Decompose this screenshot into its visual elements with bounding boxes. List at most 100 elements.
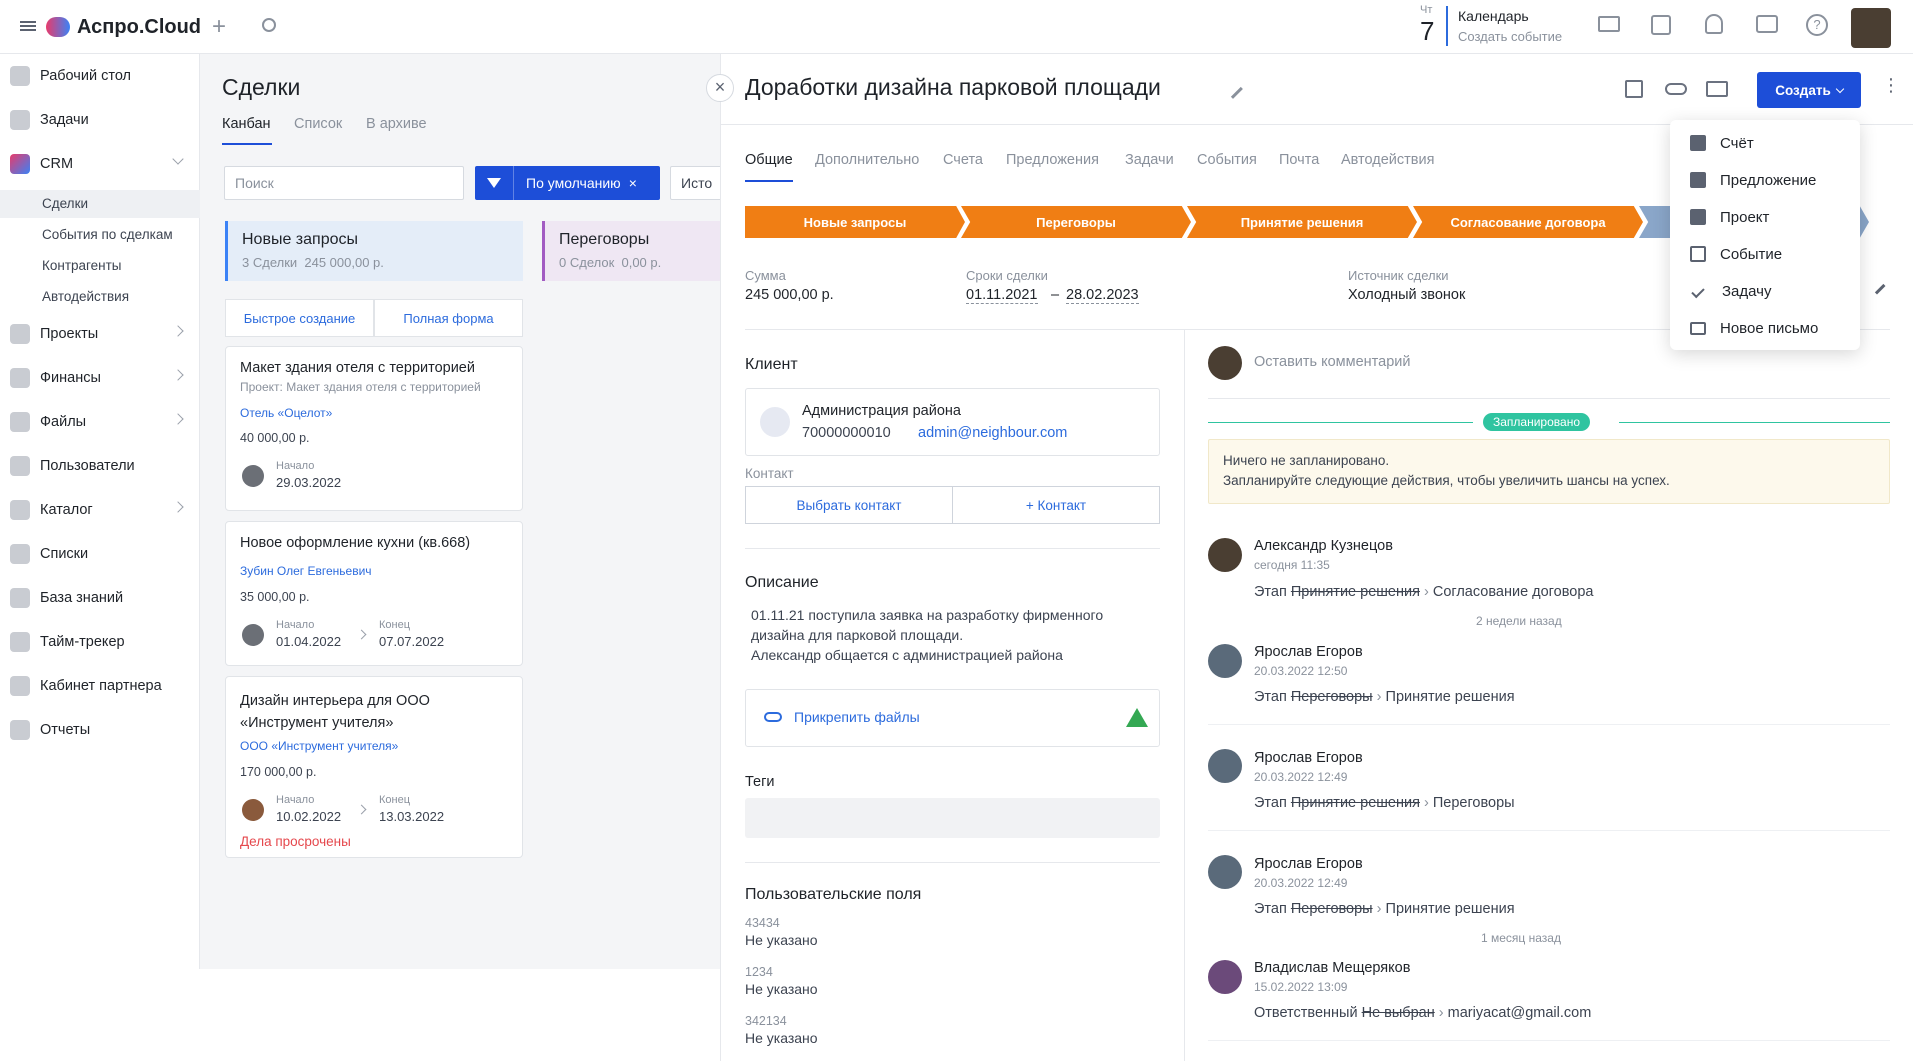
client-name[interactable]: Администрация района xyxy=(802,403,961,419)
full-form-button[interactable]: Полная форма xyxy=(374,299,523,337)
term-end[interactable]: 28.02.2023 xyxy=(1066,287,1139,304)
tab-offers[interactable]: Предложения xyxy=(1006,152,1099,168)
menu-item-invoice[interactable]: Счёт xyxy=(1670,126,1860,160)
create-button[interactable]: Создать xyxy=(1757,72,1861,108)
sidebar-item-partner[interactable]: Кабинет партнера xyxy=(0,666,200,706)
client-email[interactable]: admin@neighbour.com xyxy=(918,425,1067,441)
tab-archive[interactable]: В архиве xyxy=(366,116,427,132)
tab-kanban[interactable]: Канбан xyxy=(222,116,271,132)
tab-list[interactable]: Список xyxy=(294,116,342,132)
quick-create-button[interactable]: Быстрое создание xyxy=(225,299,374,337)
more-icon[interactable]: ⋮ xyxy=(1882,76,1900,94)
projects-icon xyxy=(10,324,30,344)
sidebar-item-users[interactable]: Пользователи xyxy=(0,446,200,486)
sidebar-item-label: Каталог xyxy=(40,502,93,518)
sidebar-item-reports[interactable]: Отчеты xyxy=(0,710,200,750)
choose-contact-button[interactable]: Выбрать контакт xyxy=(745,486,953,524)
sidebar-item-projects[interactable]: Проекты xyxy=(0,314,200,354)
open-external-icon[interactable] xyxy=(1625,80,1643,98)
tags-input[interactable] xyxy=(745,798,1160,838)
menu-toggle-icon[interactable] xyxy=(20,25,36,27)
sidebar-item-catalog[interactable]: Каталог xyxy=(0,490,200,530)
history-prefix: Этап xyxy=(1254,584,1287,600)
sidebar-sub-deals[interactable]: Сделки xyxy=(42,196,88,211)
calendar-dow: Чт xyxy=(1420,4,1433,16)
client-card[interactable]: Администрация района 70000000010 admin@n… xyxy=(745,388,1160,456)
card-end-label: Конец xyxy=(379,619,411,631)
stage-decision[interactable]: Принятие решения xyxy=(1187,206,1417,238)
sidebar-item-files[interactable]: Файлы xyxy=(0,402,200,442)
stage-contract[interactable]: Согласование договора xyxy=(1413,206,1643,238)
stage-new[interactable]: Новые запросы xyxy=(745,206,965,238)
edit-fields-icon[interactable] xyxy=(1868,277,1886,295)
term-start[interactable]: 01.11.2021 xyxy=(966,287,1038,304)
deal-card[interactable]: Дизайн интерьера для ООО «Инструмент учи… xyxy=(225,676,523,858)
card-client[interactable]: Зубин Олег Евгеньевич xyxy=(240,564,372,578)
sidebar-sub-deal-events[interactable]: События по сделкам xyxy=(42,227,173,242)
tab-additional[interactable]: Дополнительно xyxy=(815,152,919,168)
tab-general[interactable]: Общие xyxy=(745,152,793,168)
sidebar-item-timetracker[interactable]: Тайм-трекер xyxy=(0,622,200,662)
card-client[interactable]: ООО «Инструмент учителя» xyxy=(240,739,398,753)
menu-item-project[interactable]: Проект xyxy=(1670,200,1860,234)
sidebar-item-tasks[interactable]: Задачи xyxy=(0,100,200,140)
comment-input[interactable]: Оставить комментарий xyxy=(1254,354,1884,376)
client-phone: 70000000010 xyxy=(802,425,891,441)
reports-icon xyxy=(10,720,30,740)
avatar xyxy=(1208,749,1242,783)
close-panel-button[interactable]: × xyxy=(706,74,734,102)
tab-invoices[interactable]: Счета xyxy=(943,152,983,168)
attach-files-box[interactable]: Прикрепить файлы xyxy=(745,689,1160,747)
filter-button[interactable]: По умолчанию × xyxy=(475,166,660,200)
sidebar-item-finance[interactable]: Финансы xyxy=(0,358,200,398)
chevron-right-icon xyxy=(172,413,184,425)
tab-tasks[interactable]: Задачи xyxy=(1125,152,1174,168)
search-input[interactable]: Поиск xyxy=(224,166,464,200)
close-icon[interactable]: × xyxy=(629,175,637,191)
menu-item-event[interactable]: Событие xyxy=(1670,237,1860,271)
edit-title-icon[interactable] xyxy=(1223,79,1243,99)
calendar-create-event[interactable]: Создать событие xyxy=(1458,29,1562,44)
sidebar-sub-counterparties[interactable]: Контрагенты xyxy=(42,258,122,273)
avatar xyxy=(1208,855,1242,889)
add-icon[interactable]: + xyxy=(212,15,226,39)
mail-icon[interactable] xyxy=(1598,16,1620,32)
sidebar-item-desktop[interactable]: Рабочий стол xyxy=(0,56,200,96)
help-icon[interactable]: ? xyxy=(1806,14,1828,36)
tab-mail[interactable]: Почта xyxy=(1279,152,1319,168)
menu-item-offer[interactable]: Предложение xyxy=(1670,163,1860,197)
calendar-day[interactable]: 7 xyxy=(1420,16,1434,47)
link-icon[interactable] xyxy=(1665,83,1687,95)
user-avatar[interactable] xyxy=(1851,8,1891,48)
card-end-label: Конец xyxy=(379,794,411,806)
menu-item-task[interactable]: Задачу xyxy=(1670,274,1860,308)
add-contact-button[interactable]: + Контакт xyxy=(952,486,1160,524)
app-title[interactable]: Аспро.Cloud xyxy=(77,16,201,39)
card-start-date: 01.04.2022 xyxy=(276,634,342,649)
menu-item-new-letter[interactable]: Новое письмо xyxy=(1670,311,1860,345)
sidebar-item-knowledge[interactable]: База знаний xyxy=(0,578,200,618)
search-icon[interactable] xyxy=(262,18,276,32)
calendar-title[interactable]: Календарь xyxy=(1458,8,1529,24)
mail-icon[interactable] xyxy=(1706,81,1728,97)
card-project: Проект: Макет здания отеля с территорией xyxy=(240,380,481,394)
sidebar-item-label: Рабочий стол xyxy=(40,68,132,84)
google-drive-icon[interactable] xyxy=(1126,708,1148,727)
notes-icon[interactable] xyxy=(1651,15,1671,35)
card-end-date: 13.03.2022 xyxy=(379,809,445,824)
sidebar-sub-autoactions[interactable]: Автодействия xyxy=(42,289,129,304)
deal-card[interactable]: Новое оформление кухни (кв.668) Зубин Ол… xyxy=(225,521,523,666)
chat-icon[interactable] xyxy=(1756,15,1778,33)
history-prefix: Этап xyxy=(1254,901,1287,917)
card-client[interactable]: Отель «Оцелот» xyxy=(240,406,332,420)
avatar xyxy=(242,465,264,487)
stage-negotiation[interactable]: Переговоры xyxy=(961,206,1191,238)
history-author: Александр Кузнецов xyxy=(1254,538,1393,554)
sidebar-item-lists[interactable]: Списки xyxy=(0,534,200,574)
tab-events[interactable]: События xyxy=(1197,152,1257,168)
sidebar-item-crm[interactable]: CRM xyxy=(0,144,200,184)
menu-item-label: Новое письмо xyxy=(1720,319,1819,337)
tab-autoactions[interactable]: Автодействия xyxy=(1341,152,1434,168)
bell-icon[interactable] xyxy=(1705,14,1723,34)
deal-card[interactable]: Макет здания отеля с территорией Проект:… xyxy=(225,346,523,511)
